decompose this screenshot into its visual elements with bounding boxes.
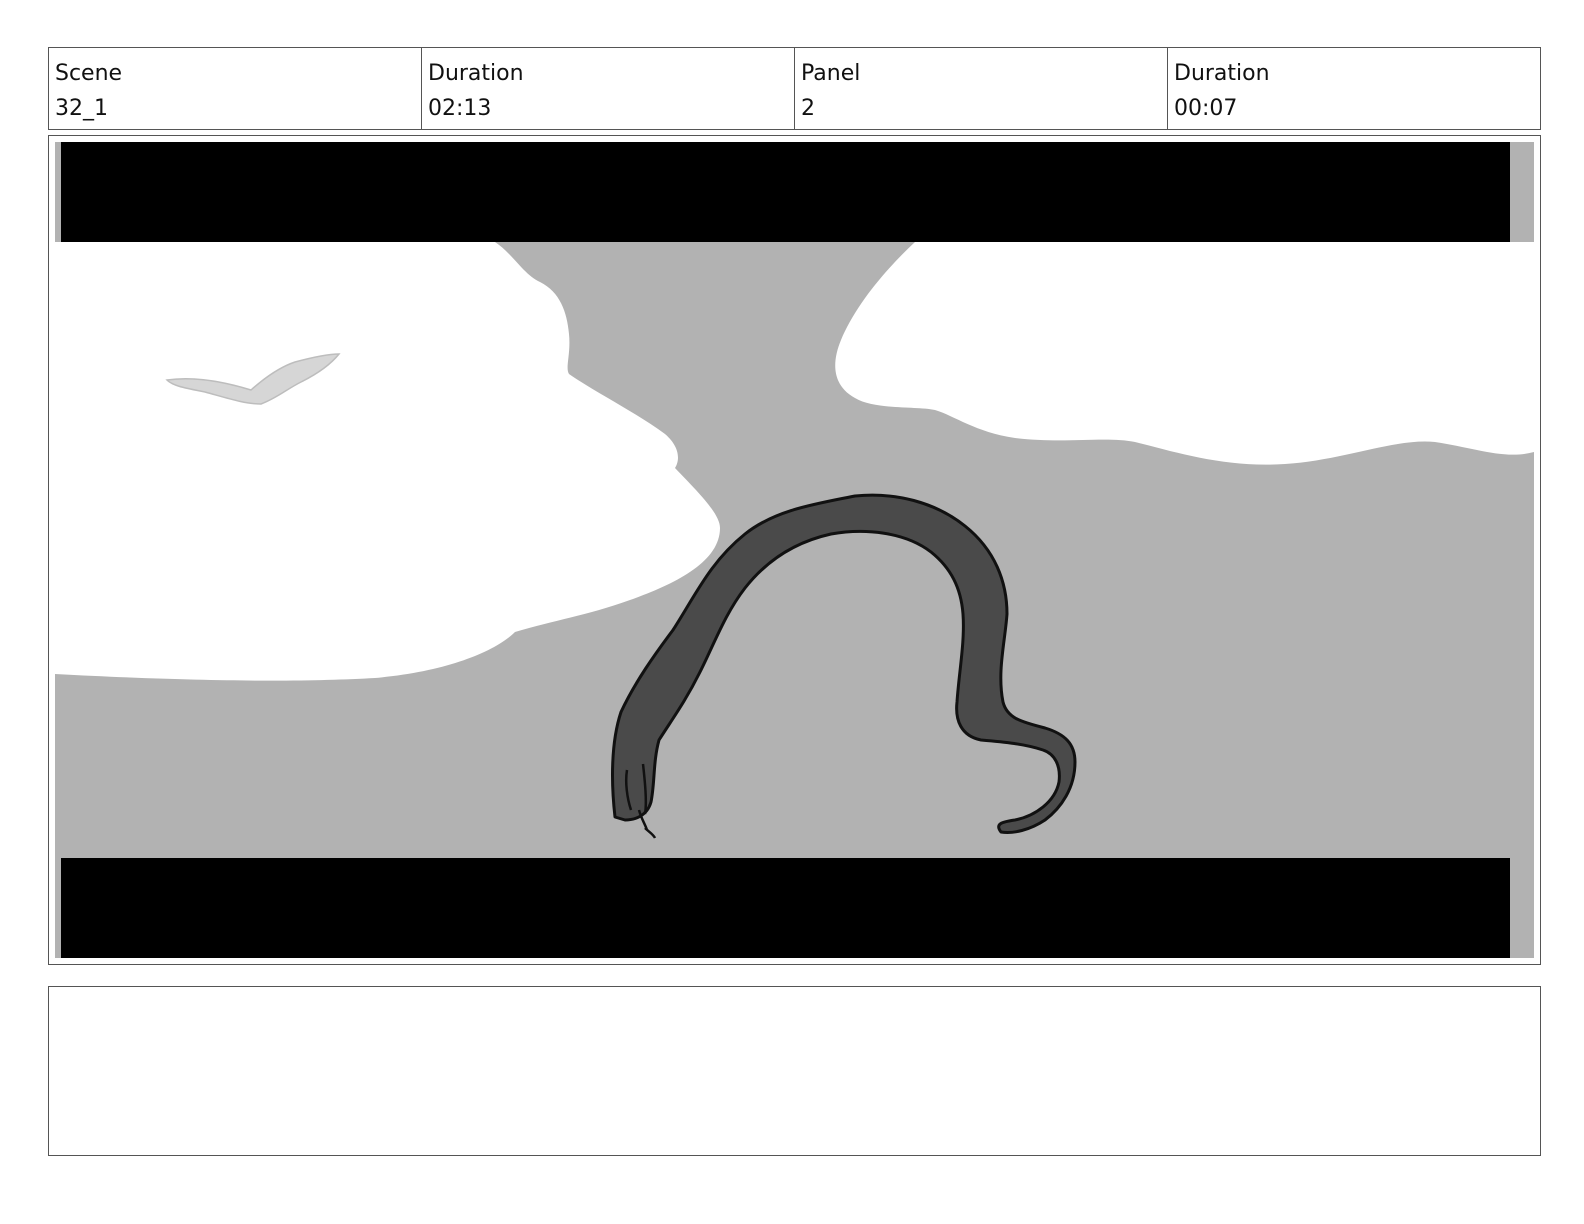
scene-cell: Scene 32_1	[49, 48, 422, 129]
scene-duration-cell: Duration 02:13	[422, 48, 795, 129]
scene-duration-value: 02:13	[428, 96, 492, 121]
panel-label: Panel	[801, 61, 861, 86]
panel-drawing	[55, 142, 1534, 958]
panel-duration-value: 00:07	[1174, 96, 1238, 121]
scene-duration-label: Duration	[428, 61, 524, 86]
panel-notes	[48, 986, 1541, 1156]
panel-cell: Panel 2	[795, 48, 1168, 129]
scene-label: Scene	[55, 61, 123, 86]
storyboard-panel	[48, 135, 1541, 965]
bottom-letterbox	[61, 858, 1510, 958]
scene-value: 32_1	[55, 96, 108, 121]
panel-value: 2	[801, 96, 815, 121]
panel-info-table: Scene 32_1 Duration 02:13 Panel 2 Durati…	[48, 47, 1541, 130]
top-letterbox	[61, 142, 1510, 242]
panel-duration-cell: Duration 00:07	[1168, 48, 1540, 129]
panel-duration-label: Duration	[1174, 61, 1270, 86]
